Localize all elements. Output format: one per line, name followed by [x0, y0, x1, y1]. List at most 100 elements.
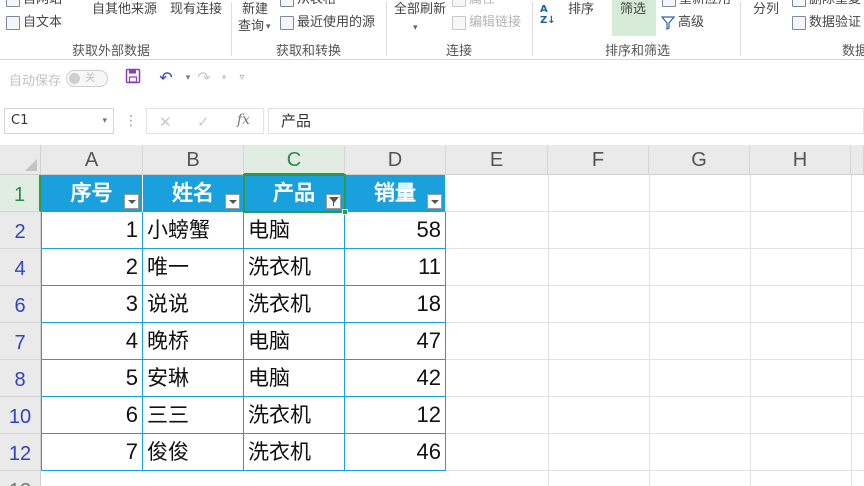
column-header[interactable]: G — [649, 145, 750, 175]
cell-sales[interactable]: 12 — [345, 397, 446, 434]
cell-name[interactable]: 小螃蟹 — [143, 212, 244, 249]
column-header[interactable]: A — [41, 145, 143, 175]
filter-dropdown-button[interactable] — [124, 194, 139, 209]
cell-index[interactable]: 1 — [41, 212, 143, 249]
column-header[interactable]: F — [548, 145, 649, 175]
cell-product[interactable]: 电脑 — [244, 360, 345, 397]
autosave-toggle[interactable]: 关 — [66, 70, 108, 87]
cell-product[interactable]: 电脑 — [244, 212, 345, 249]
column-header[interactable]: B — [143, 145, 244, 175]
cell-sales[interactable]: 47 — [345, 323, 446, 360]
cell-sales[interactable]: 42 — [345, 360, 446, 397]
cell-sales[interactable]: 11 — [345, 249, 446, 286]
cell-sales[interactable]: 58 — [345, 212, 446, 249]
cell-name[interactable]: 三三 — [143, 397, 244, 434]
new-query-button[interactable]: 新建 — [242, 2, 268, 18]
column-header[interactable] — [851, 145, 864, 175]
cell-index[interactable]: 3 — [41, 286, 143, 323]
column-header[interactable]: E — [446, 145, 548, 175]
select-all-corner[interactable] — [0, 145, 41, 175]
table-header-cell[interactable]: 姓名 — [143, 175, 244, 212]
formula-input[interactable]: 产品 — [268, 108, 864, 134]
group-separator — [740, 2, 741, 56]
toggle-state-label: 关 — [85, 73, 95, 84]
cell-name[interactable]: 唯一 — [143, 249, 244, 286]
from-table-button[interactable]: 从表格 — [280, 0, 336, 8]
group-label-transform: 获取和转换 — [276, 44, 342, 59]
confirm-icon[interactable]: ✓ — [197, 113, 210, 131]
name-box[interactable]: C1 ▾ — [4, 108, 114, 134]
row-header-selected[interactable]: 1 — [0, 175, 41, 212]
group-label-sort-filter: 排序和筛选 — [605, 44, 671, 59]
chevron-down-icon[interactable]: ▾ — [102, 109, 107, 133]
cell-index[interactable]: 2 — [41, 249, 143, 286]
from-other-sources-button[interactable]: 自其他来源 — [92, 2, 157, 18]
cancel-icon[interactable]: ✕ — [159, 113, 172, 131]
cell-name[interactable]: 安琳 — [143, 360, 244, 397]
spreadsheet-grid: A B C D E F G H 1 2 4 6 7 8 10 12 13 序号 … — [0, 145, 864, 486]
cell-sales[interactable]: 18 — [345, 286, 446, 323]
insert-function-icon[interactable]: fx — [237, 112, 250, 128]
undo-icon[interactable]: ↶ — [156, 68, 176, 88]
column-header[interactable]: H — [750, 145, 851, 175]
table-header-cell[interactable]: 产品 — [244, 175, 345, 212]
chevron-down-icon[interactable]: ▾ — [413, 20, 418, 36]
cell-index[interactable]: 5 — [41, 360, 143, 397]
from-text-button[interactable]: 自文本 — [6, 15, 62, 31]
cell-index[interactable]: 6 — [41, 397, 143, 434]
fill-handle[interactable] — [342, 209, 348, 215]
column-header-selected[interactable]: C — [244, 145, 345, 175]
row-header[interactable]: 4 — [0, 249, 41, 286]
cell-product[interactable]: 洗衣机 — [244, 249, 345, 286]
sort-button[interactable]: 排序 — [568, 2, 594, 18]
row-header[interactable]: 6 — [0, 286, 41, 323]
cell-product[interactable]: 洗衣机 — [244, 397, 345, 434]
cell-product[interactable]: 电脑 — [244, 323, 345, 360]
filter-button[interactable]: 筛选 — [620, 2, 646, 18]
reapply-button[interactable]: 重新应用 — [662, 0, 731, 8]
cell-index[interactable]: 7 — [41, 434, 143, 471]
cell-index[interactable]: 4 — [41, 323, 143, 360]
row-header[interactable]: 10 — [0, 397, 41, 434]
more-icon[interactable]: ⋮ — [124, 113, 138, 129]
remove-duplicates-button[interactable]: 删除重复 — [792, 0, 861, 8]
properties-button[interactable]: 属性 — [452, 0, 495, 8]
column-header[interactable]: D — [345, 145, 446, 175]
from-web-button[interactable]: 自网站 — [6, 0, 62, 8]
group-label-external: 获取外部数据 — [72, 44, 151, 59]
edit-links-button[interactable]: 编辑链接 — [452, 15, 521, 31]
row-header[interactable]: 12 — [0, 434, 41, 471]
filter-dropdown-button[interactable] — [427, 194, 442, 209]
sort-az-icon[interactable]: A Z↓ — [540, 4, 560, 28]
advanced-filter-icon — [661, 16, 675, 30]
customize-toolbar-icon[interactable]: ▿ — [232, 68, 252, 88]
text-file-icon — [6, 16, 20, 30]
refresh-all-button[interactable]: 全部刷新 — [394, 2, 446, 18]
table-header-cell[interactable]: 序号 — [41, 175, 143, 212]
redo-icon[interactable]: ↷ — [194, 68, 214, 88]
filter-dropdown-button[interactable] — [225, 194, 240, 209]
row-header[interactable]: 13 — [0, 471, 41, 486]
cell-name[interactable]: 俊俊 — [143, 434, 244, 471]
reapply-icon — [662, 0, 676, 7]
recent-sources-button[interactable]: 最近使用的源 — [280, 15, 375, 31]
cell-product[interactable]: 洗衣机 — [244, 434, 345, 471]
data-validation-button[interactable]: 数据验证 — [792, 15, 861, 31]
new-query-dropdown[interactable]: 查询 ▾ — [238, 19, 271, 35]
cell-product[interactable]: 洗衣机 — [244, 286, 345, 323]
row-header[interactable]: 8 — [0, 360, 41, 397]
cell-name[interactable]: 晚桥 — [143, 323, 244, 360]
row-header[interactable]: 2 — [0, 212, 41, 249]
row-header[interactable]: 7 — [0, 323, 41, 360]
existing-connections-button[interactable]: 现有连接 — [170, 2, 222, 18]
save-icon[interactable] — [123, 68, 143, 88]
cell-name[interactable]: 说说 — [143, 286, 244, 323]
select-all-icon — [25, 159, 37, 171]
remove-duplicates-icon — [792, 0, 806, 7]
cell-sales[interactable]: 46 — [345, 434, 446, 471]
filter-dropdown-button-active[interactable] — [326, 194, 341, 209]
table-header-cell[interactable]: 销量 — [345, 175, 446, 212]
chevron-down-icon[interactable]: ▾ — [214, 68, 234, 88]
text-to-columns-button[interactable]: 分列 — [753, 2, 779, 18]
advanced-filter-button[interactable]: 高级 — [678, 15, 704, 31]
